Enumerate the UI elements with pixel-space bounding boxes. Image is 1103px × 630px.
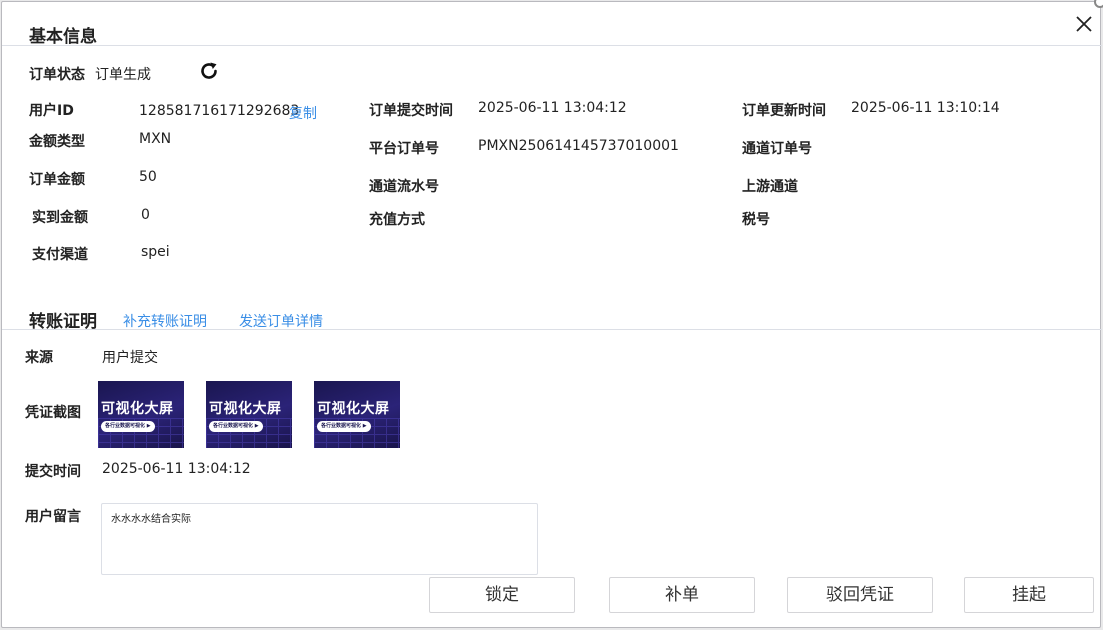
channel-serial-label: 通道流水号: [369, 179, 439, 195]
lock-button[interactable]: 锁定: [429, 577, 575, 613]
thumbnail-subtitle: 各行业数据可视化 ▶: [317, 421, 371, 432]
platform-order-value: PMXN250614145737010001: [478, 138, 679, 154]
submit-time-label: 订单提交时间: [369, 103, 453, 119]
tax-number-label: 税号: [742, 212, 770, 228]
refresh-icon[interactable]: [198, 60, 220, 82]
platform-order-label: 平台订单号: [369, 141, 439, 157]
suspend-button[interactable]: 挂起: [964, 577, 1094, 613]
amount-label: 订单金额: [29, 172, 85, 188]
payment-channel-label: 支付渠道: [32, 247, 88, 263]
thumbnail-subtitle: 各行业数据可视化 ▶: [209, 421, 263, 432]
close-icon[interactable]: [1072, 12, 1096, 36]
proof-divider: [2, 329, 1102, 330]
thumbnail-subtitle: 各行业数据可视化 ▶: [101, 421, 155, 432]
source-value: 用户提交: [102, 350, 158, 366]
basic-info-title: 基本信息: [29, 27, 97, 47]
channel-order-label: 通道订单号: [742, 141, 812, 157]
user-message-textarea[interactable]: 水水水水结合实际: [101, 503, 538, 575]
thumbnail-title: 可视化大屏: [317, 401, 390, 417]
thumbnail-title: 可视化大屏: [101, 401, 174, 417]
currency-value: MXN: [139, 131, 172, 147]
screenshot-label: 凭证截图: [25, 405, 81, 421]
reject-proof-button[interactable]: 驳回凭证: [787, 577, 933, 613]
update-time-value: 2025-06-11 13:10:14: [851, 100, 1000, 116]
amount-value: 50: [139, 169, 157, 185]
update-time-label: 订单更新时间: [742, 103, 826, 119]
proof-thumbnail[interactable]: 可视化大屏 各行业数据可视化 ▶: [206, 381, 292, 448]
proof-thumbnail[interactable]: 可视化大屏 各行业数据可视化 ▶: [98, 381, 184, 448]
user-id-label: 用户ID: [29, 103, 74, 119]
source-label: 来源: [25, 350, 53, 366]
received-amount-label: 实到金额: [32, 210, 88, 226]
send-order-details-link[interactable]: 发送订单详情: [239, 311, 323, 331]
status-label: 订单状态: [29, 67, 85, 83]
thumbnail-title: 可视化大屏: [209, 401, 282, 417]
currency-label: 金额类型: [29, 134, 85, 150]
proof-thumbnail[interactable]: 可视化大屏 各行业数据可视化 ▶: [314, 381, 400, 448]
copy-link[interactable]: 复制: [289, 103, 317, 123]
supplement-order-button[interactable]: 补单: [609, 577, 755, 613]
upstream-channel-label: 上游通道: [742, 179, 798, 195]
order-detail-dialog: 基本信息 订单状态 订单生成 用户ID 128581716171292683 复…: [1, 1, 1102, 628]
add-proof-link[interactable]: 补充转账证明: [123, 311, 207, 331]
recharge-method-label: 充值方式: [369, 212, 425, 228]
proof-submit-time-value: 2025-06-11 13:04:12: [102, 461, 251, 477]
proof-submit-time-label: 提交时间: [25, 464, 81, 480]
status-value: 订单生成: [95, 67, 151, 83]
payment-channel-value: spei: [141, 244, 170, 260]
user-id-value: 128581716171292683: [139, 103, 300, 119]
submit-time-value: 2025-06-11 13:04:12: [478, 100, 627, 116]
received-amount-value: 0: [141, 207, 150, 223]
user-message-label: 用户留言: [25, 509, 81, 525]
header-divider: [2, 45, 1102, 46]
